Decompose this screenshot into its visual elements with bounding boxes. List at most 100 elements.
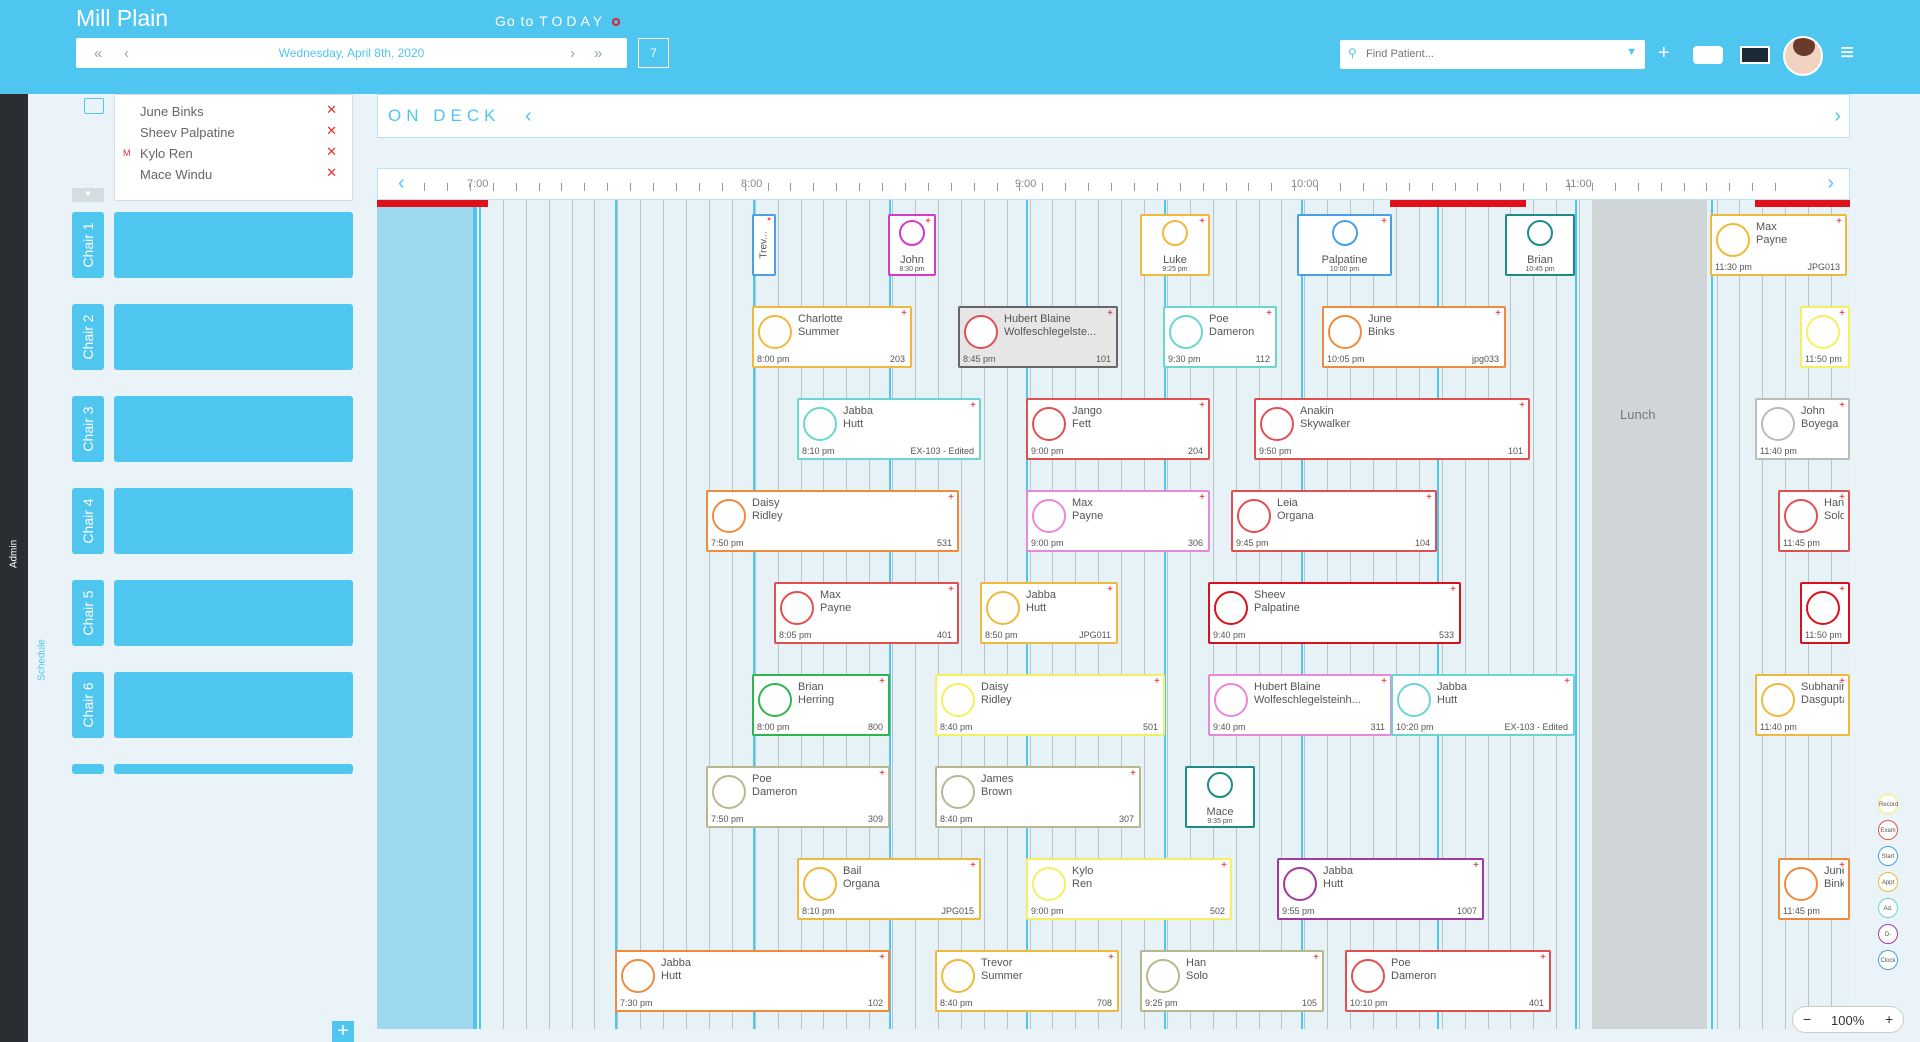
notifications-icon[interactable] (1693, 46, 1723, 64)
admin-label[interactable]: Admin (9, 540, 20, 568)
appointment-card[interactable]: Hubert Blaine Wolfeschlegelste... 8:45 pm… (958, 306, 1118, 368)
calendar-button[interactable]: 7 (638, 38, 669, 68)
monitor-icon[interactable] (1740, 46, 1770, 64)
appointment-card[interactable]: Jabba Hutt 10:20 pm EX-103 - Edited + (1391, 674, 1575, 736)
appointment-card[interactable]: Leia Organa 9:45 pm 104 + (1231, 490, 1437, 552)
appointment-card[interactable]: Poe Dameron 10:10 pm 401 + (1345, 950, 1551, 1012)
chevron-down-icon[interactable]: ▼ (1626, 46, 1637, 58)
appointment-patient-name: Hubert Blaine Wolfeschlegelste... (1004, 313, 1097, 338)
chair-label-2[interactable]: Chair 2 (72, 304, 104, 370)
legend-status-icon[interactable]: Clock (1878, 950, 1898, 970)
appointment-card[interactable]: Brian 10:45 pm (1505, 214, 1575, 276)
chair-lane-6[interactable] (114, 672, 353, 738)
timeline-tick (1408, 183, 1410, 191)
chair-label-4[interactable]: Chair 4 (72, 488, 104, 554)
appointment-card[interactable]: Max Payne 9:00 pm 306 + (1026, 490, 1210, 552)
close-icon[interactable]: ✕ (326, 165, 337, 181)
chair-lane-5[interactable] (114, 580, 353, 646)
patient-list-item[interactable]: Mace Windu ✕ (115, 164, 352, 184)
appointment-time: 10:45 pm (1525, 266, 1555, 273)
appointment-card[interactable]: Max Payne 8:05 pm 401 + (774, 582, 959, 644)
find-patient-input[interactable] (1366, 44, 1616, 64)
appointment-card[interactable]: Trev... * (752, 214, 776, 276)
appointment-card[interactable]: June Binks 10:05 pm jpg033 + (1322, 306, 1506, 368)
close-icon[interactable]: ✕ (326, 144, 337, 160)
chair-lane-1[interactable] (114, 212, 353, 278)
appointment-card[interactable]: Brian Herring 8:00 pm 800 + (752, 674, 890, 736)
current-date[interactable]: Wednesday, April 8th, 2020 (76, 46, 627, 60)
appointment-card[interactable]: C H11:50 pm+ (1800, 306, 1850, 368)
appointment-card[interactable]: Han Solo 11:45 pm + (1778, 490, 1850, 552)
close-icon[interactable]: ✕ (326, 102, 337, 118)
appointment-card[interactable]: John 8:30 pm + (888, 214, 936, 276)
link-icon[interactable]: ● (72, 188, 104, 202)
chair-lane-7[interactable] (114, 764, 353, 774)
avatar[interactable] (1783, 36, 1823, 76)
legend-status-icon[interactable]: Start (1878, 846, 1898, 866)
hour-line (615, 200, 617, 1029)
zoom-in-button[interactable]: + (1885, 1011, 1893, 1027)
appointment-card[interactable]: Bail Organa 8:10 pm JPG015 + (797, 858, 981, 920)
chair-lane-4[interactable] (114, 488, 353, 554)
appointment-time: 9:30 pm (1168, 354, 1201, 364)
legend-status-icon[interactable]: D-Band (1878, 924, 1898, 958)
chair-label-6[interactable]: Chair 6 (72, 672, 104, 738)
patient-status-icon (1237, 499, 1271, 533)
patient-list-item[interactable]: June Binks ✕ (115, 101, 352, 121)
alert-flag-icon: + (1839, 860, 1845, 871)
timeline-tick (1385, 183, 1387, 191)
chair-label-5[interactable]: Chair 5 (72, 580, 104, 646)
last-page-icon[interactable]: » (594, 45, 602, 62)
appointment-card[interactable]: Subhanim Dasgupta 11:40 pm + (1755, 674, 1850, 736)
appointment-card[interactable]: Mace 9:35 pm (1185, 766, 1255, 828)
chair-label-7[interactable] (72, 764, 104, 774)
timeline-prev-icon[interactable]: ‹ (398, 172, 405, 195)
patient-list-item[interactable]: Sheev Palpatine ✕ (115, 122, 352, 142)
appointment-card[interactable]: Charlotte Summer 8:00 pm 203 + (752, 306, 912, 368)
timeline-tick (790, 183, 792, 191)
close-icon[interactable]: ✕ (326, 123, 337, 139)
appointment-card[interactable]: A S11:50 pm+ (1800, 582, 1850, 644)
appointment-card[interactable]: Poe Dameron 9:30 pm 112 + (1163, 306, 1277, 368)
chair-label-3[interactable]: Chair 3 (72, 396, 104, 462)
chair-lane-2[interactable] (114, 304, 353, 370)
chevron-left-icon[interactable]: ‹ (525, 105, 532, 128)
appointment-card[interactable]: June Binks11:45 pm+ (1778, 858, 1850, 920)
add-icon[interactable]: + (1658, 42, 1670, 65)
appointment-card[interactable]: Hubert Blaine Wolfeschlegelsteinh... 9:40… (1208, 674, 1392, 736)
appointment-card[interactable]: Kylo Ren 9:00 pm 502 + (1026, 858, 1232, 920)
appointment-card[interactable]: Max Payne 11:30 pm JPG013 + (1710, 214, 1847, 276)
legend-status-icon[interactable]: Appt (1878, 872, 1898, 892)
next-day-icon[interactable]: › (570, 45, 575, 62)
appointment-card[interactable]: James Brown 8:40 pm 307 + (935, 766, 1141, 828)
legend-status-icon[interactable]: Ad. (1878, 898, 1898, 918)
appointment-card[interactable]: Jabba Hutt 9:55 pm 1007 + (1277, 858, 1484, 920)
appointment-card[interactable]: Palpatine 10:00 pm + (1297, 214, 1392, 276)
appointment-card[interactable]: Trevor Summer 8:40 pm 708 + (935, 950, 1119, 1012)
appointment-card[interactable]: Sheev Palpatine 9:40 pm 533 + (1208, 582, 1461, 644)
zoom-out-button[interactable]: − (1803, 1011, 1811, 1027)
appointment-card[interactable]: John Boyega 11:40 pm + (1755, 398, 1850, 460)
appointment-card[interactable]: Jabba Hutt 8:50 pm JPG011 + (980, 582, 1118, 644)
legend-status-icon[interactable]: Record (1878, 794, 1898, 814)
menu-icon[interactable]: ≡ (1840, 41, 1854, 65)
appointment-card[interactable]: Anakin Skywalker 9:50 pm 101 + (1254, 398, 1530, 460)
goto-today-button[interactable]: Go to TODAY (495, 13, 621, 29)
calendar-icon[interactable] (84, 98, 104, 114)
patient-list-item[interactable]: M Kylo Ren ✕ (115, 143, 352, 163)
appointment-card[interactable]: Jabba Hutt 7:30 pm 102 + (615, 950, 890, 1012)
appointment-card[interactable]: Daisy Ridley 7:50 pm 531 + (706, 490, 959, 552)
appointment-card[interactable]: Jango Fett 9:00 pm 204 + (1026, 398, 1210, 460)
appointment-card[interactable]: Jabba Hutt 8:10 pm EX-103 - Edited + (797, 398, 981, 460)
legend-status-icon[interactable]: Exam (1878, 820, 1898, 840)
appointment-card[interactable]: Daisy Ridley 8:40 pm 501 + (935, 674, 1165, 736)
add-chair-button[interactable]: + (332, 1021, 354, 1042)
appointment-card[interactable]: Luke 9:25 pm + (1140, 214, 1210, 276)
timeline-next-icon[interactable]: › (1827, 172, 1834, 195)
schedule-label[interactable]: Schedule (37, 639, 48, 681)
chair-lane-3[interactable] (114, 396, 353, 462)
appointment-card[interactable]: Han Solo 9:25 pm 105 + (1140, 950, 1324, 1012)
appointment-card[interactable]: Poe Dameron 7:50 pm 309 + (706, 766, 890, 828)
chevron-right-icon[interactable]: › (1834, 105, 1841, 128)
chair-label-1[interactable]: Chair 1 (72, 212, 104, 278)
